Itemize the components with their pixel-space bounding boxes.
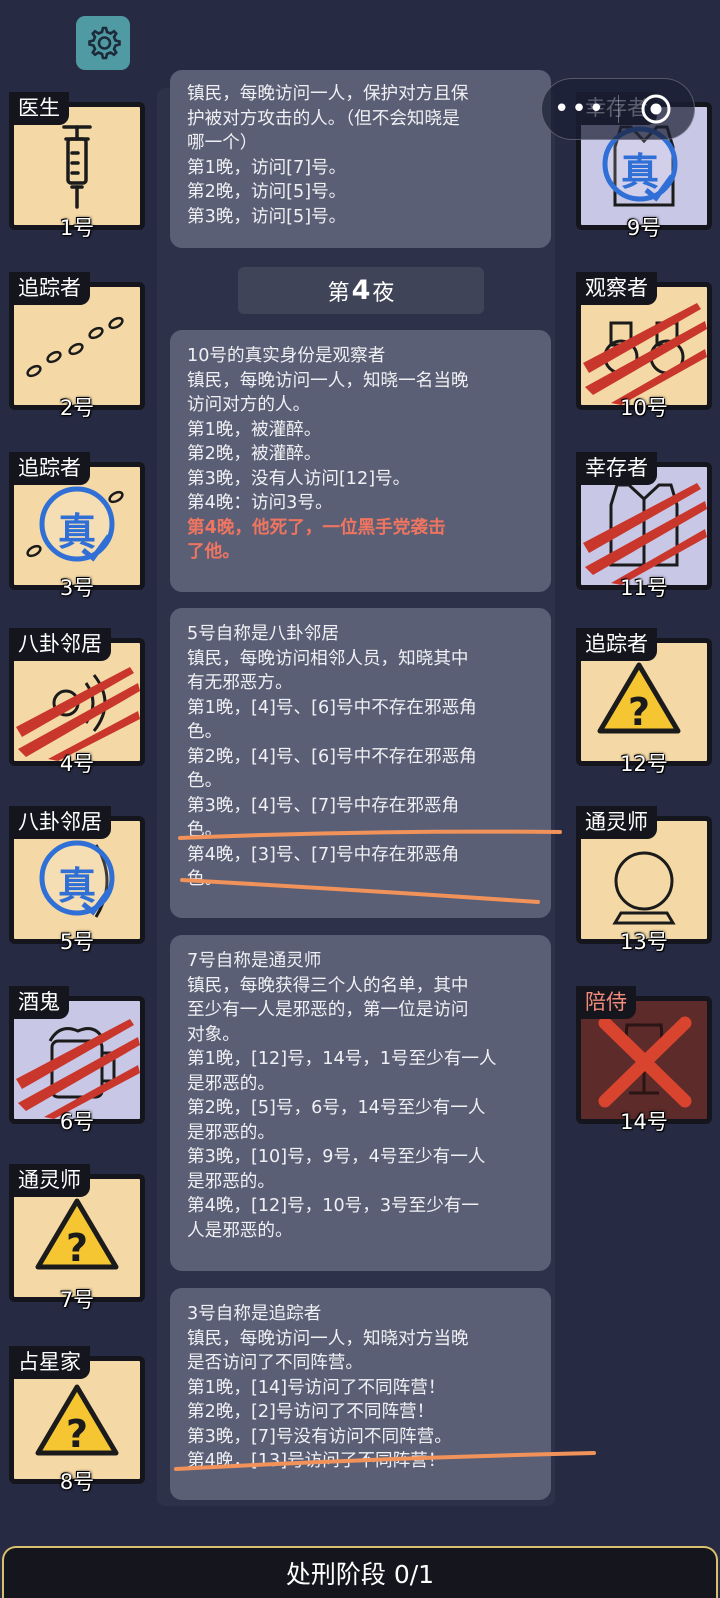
player-card-13[interactable]: 通灵师 13号 <box>576 806 712 954</box>
svg-text:?: ? <box>66 1226 88 1270</box>
true-identity-stamp: 真 <box>37 484 117 564</box>
player-number: 9号 <box>626 216 662 240</box>
target-circle-icon <box>641 94 671 124</box>
true-identity-stamp: 真 <box>37 838 117 918</box>
gear-icon <box>88 26 121 60</box>
player-number: 1号 <box>59 216 95 240</box>
player-card-5[interactable]: 八卦邻居 真 5号 <box>9 806 145 954</box>
role-label: 观察者 <box>576 272 657 305</box>
player-card-12[interactable]: 追踪者 ? 12号 <box>576 628 712 776</box>
player-card-7[interactable]: 通灵师 ? 7号 <box>9 1164 145 1312</box>
player-number: 12号 <box>620 752 668 776</box>
log-message-medium: 7号自称是通灵师 镇民，每晚获得三个人的名单，其中 至少有一人是邪恶的，第一位是访问… <box>170 935 551 1271</box>
player-card-6[interactable]: 酒鬼 6号 <box>9 986 145 1134</box>
svg-text:?: ? <box>628 690 650 734</box>
role-label: 医生 <box>9 92 69 125</box>
log-message-observer: 10号的真实身份是观察者 镇民，每晚访问一人，知晓一名当晚 访问对方的人。 第1晚，… <box>170 330 551 592</box>
role-label: 通灵师 <box>576 806 657 839</box>
player-card-1[interactable]: 医生 1号 <box>9 92 145 240</box>
role-label: 八卦邻居 <box>9 806 111 839</box>
role-label: 占星家 <box>9 1346 90 1379</box>
player-number: 8号 <box>59 1470 95 1494</box>
log-message-doctor: 镇民，每晚访问一人，保护对方且保 护被对方攻击的人。（但不会知晓是 哪一个） 第1晚… <box>170 70 551 248</box>
death-notice: 第4晚，他死了，一位黑手党袭击 <box>187 517 446 538</box>
player-number: 5号 <box>59 930 95 954</box>
player-number: 11号 <box>620 576 668 600</box>
more-menu-button[interactable]: ••• <box>542 96 618 122</box>
role-label: 酒鬼 <box>9 986 69 1019</box>
player-number: 14号 <box>620 1110 668 1134</box>
execution-phase-bar[interactable]: 处刑阶段 0/1 <box>2 1546 718 1598</box>
death-notice-cont: 了他。 <box>187 542 240 562</box>
player-number: 6号 <box>59 1110 95 1134</box>
phase-label: 处刑阶段 0/1 <box>285 1560 435 1589</box>
player-number: 3号 <box>59 576 95 600</box>
log-message-tracker: 3号自称是追踪者 镇民，每晚访问一人，知晓对方当晚 是否访问了不同阵营。 第1晚，[… <box>170 1288 551 1500</box>
miniprogram-capsule: ••• <box>541 78 695 140</box>
svg-text:?: ? <box>66 1412 88 1456</box>
player-card-10[interactable]: 观察者 10号 <box>576 272 712 420</box>
player-card-14[interactable]: 陪侍 14号 <box>576 986 712 1134</box>
close-miniprogram-button[interactable] <box>619 92 694 126</box>
role-label: 追踪者 <box>576 628 657 661</box>
role-label: 追踪者 <box>9 272 90 305</box>
role-label: 幸存者 <box>576 452 657 485</box>
player-number: 2号 <box>59 396 95 420</box>
player-card-8[interactable]: 占星家 ? 8号 <box>9 1346 145 1494</box>
settings-button[interactable] <box>76 16 130 70</box>
player-card-11[interactable]: 幸存者 11号 <box>576 452 712 600</box>
night-banner: 第4夜 <box>238 267 484 314</box>
player-card-4[interactable]: 八卦邻居 4号 <box>9 628 145 776</box>
player-number: 13号 <box>620 930 668 954</box>
role-label: 陪侍 <box>576 986 636 1019</box>
role-label: 通灵师 <box>9 1164 90 1197</box>
player-number: 7号 <box>59 1288 95 1312</box>
log-message-gossip: 5号自称是八卦邻居 镇民，每晚访问相邻人员，知晓其中 有无邪恶方。 第1晚，[4]号… <box>170 608 551 918</box>
player-card-2[interactable]: 追踪者 2号 <box>9 272 145 420</box>
player-card-3[interactable]: 追踪者 真 3号 <box>9 452 145 600</box>
role-label: 八卦邻居 <box>9 628 111 661</box>
role-label: 追踪者 <box>9 452 90 485</box>
player-number: 10号 <box>620 396 668 420</box>
player-number: 4号 <box>59 752 95 776</box>
